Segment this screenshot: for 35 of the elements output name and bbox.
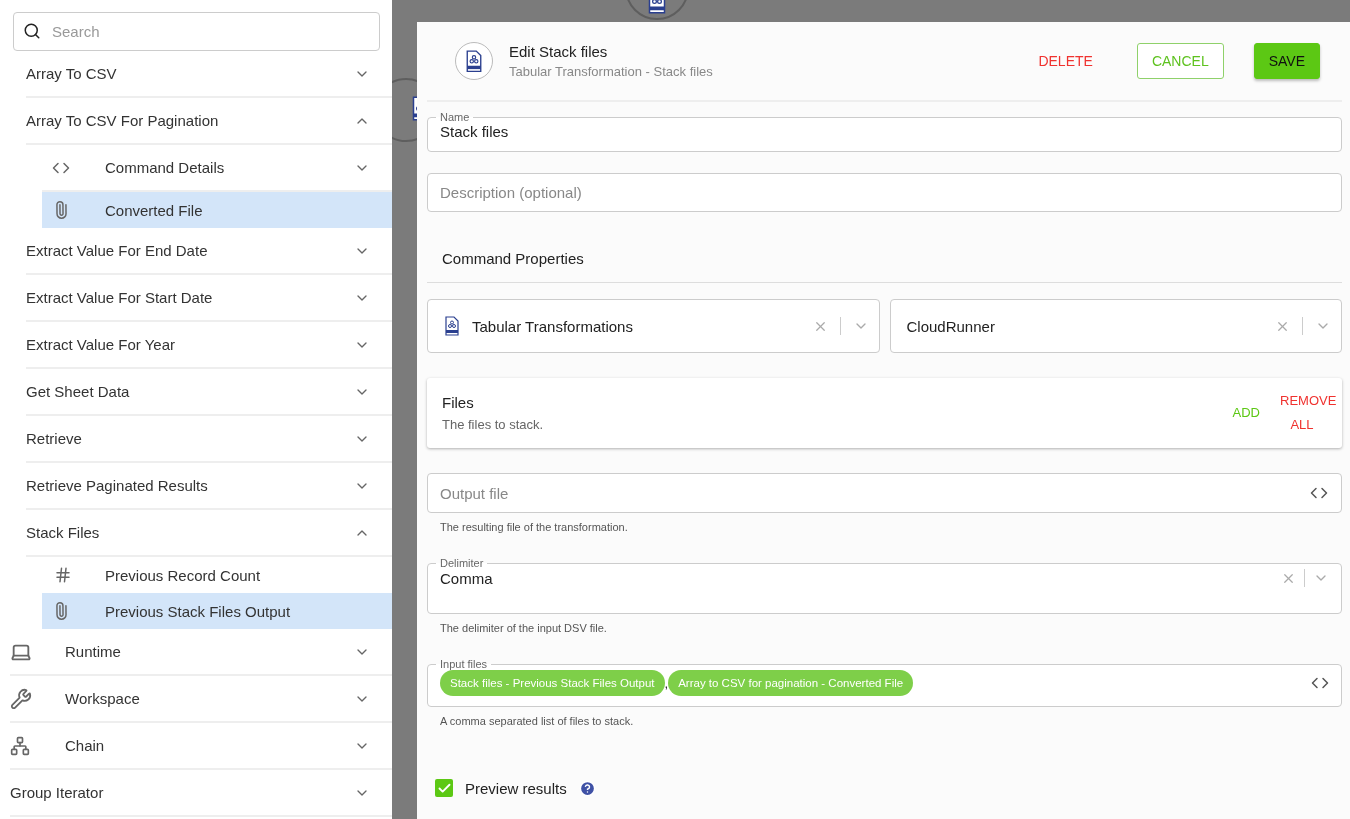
section-item[interactable]: Chain — [10, 723, 392, 770]
branch-icon — [10, 735, 30, 756]
wrench-icon — [10, 687, 32, 710]
help-text: The delimiter of the input DSV file. — [440, 622, 608, 634]
tabular-file-icon — [465, 49, 483, 73]
output-item[interactable]: Previous Stack Files Output — [42, 593, 392, 629]
separator: , — [664, 675, 669, 691]
field-label: Name — [439, 112, 471, 123]
description-field[interactable]: Description (optional) — [427, 173, 1342, 212]
search-icon — [23, 22, 41, 40]
checkbox[interactable] — [435, 779, 453, 797]
help-text: A comma separated list of files to stack. — [440, 715, 635, 727]
section-title: Command Properties — [427, 212, 1342, 283]
hash-icon — [54, 566, 72, 584]
dialog-subtitle: Tabular Transformation - Stack files — [509, 64, 714, 79]
search-field[interactable]: Search — [13, 12, 380, 51]
card-description: The files to stack. — [442, 417, 545, 432]
output-file-field[interactable]: Output file — [427, 473, 1342, 513]
input-files-field[interactable]: Input files Stack files - Previous Stack Files Output , Array to CSV for pagination - Converted File — [427, 659, 1342, 707]
remove-all-button[interactable]: REMOVE ALL — [1270, 389, 1334, 437]
field-label: Delimiter — [439, 558, 485, 569]
action-button[interactable]: DELETE — [1024, 43, 1107, 79]
dialog-title: Edit Stack files — [509, 43, 609, 60]
section-item[interactable]: Workspace — [10, 676, 392, 723]
help-icon[interactable] — [578, 779, 596, 797]
help-text: The resulting file of the transformation. — [440, 521, 629, 533]
field-label: Input files — [439, 659, 489, 670]
section-item[interactable]: Runtime — [10, 629, 392, 676]
name-field[interactable]: Name Stack files — [427, 112, 1342, 152]
action-button[interactable]: SAVE — [1253, 43, 1320, 79]
checkbox-label: Preview results — [465, 779, 567, 797]
output-item[interactable]: Converted File — [42, 192, 392, 228]
tabular-file-icon — [444, 316, 460, 336]
output-item[interactable]: Previous Record Count — [22, 557, 392, 593]
card-title: Files — [442, 394, 475, 411]
